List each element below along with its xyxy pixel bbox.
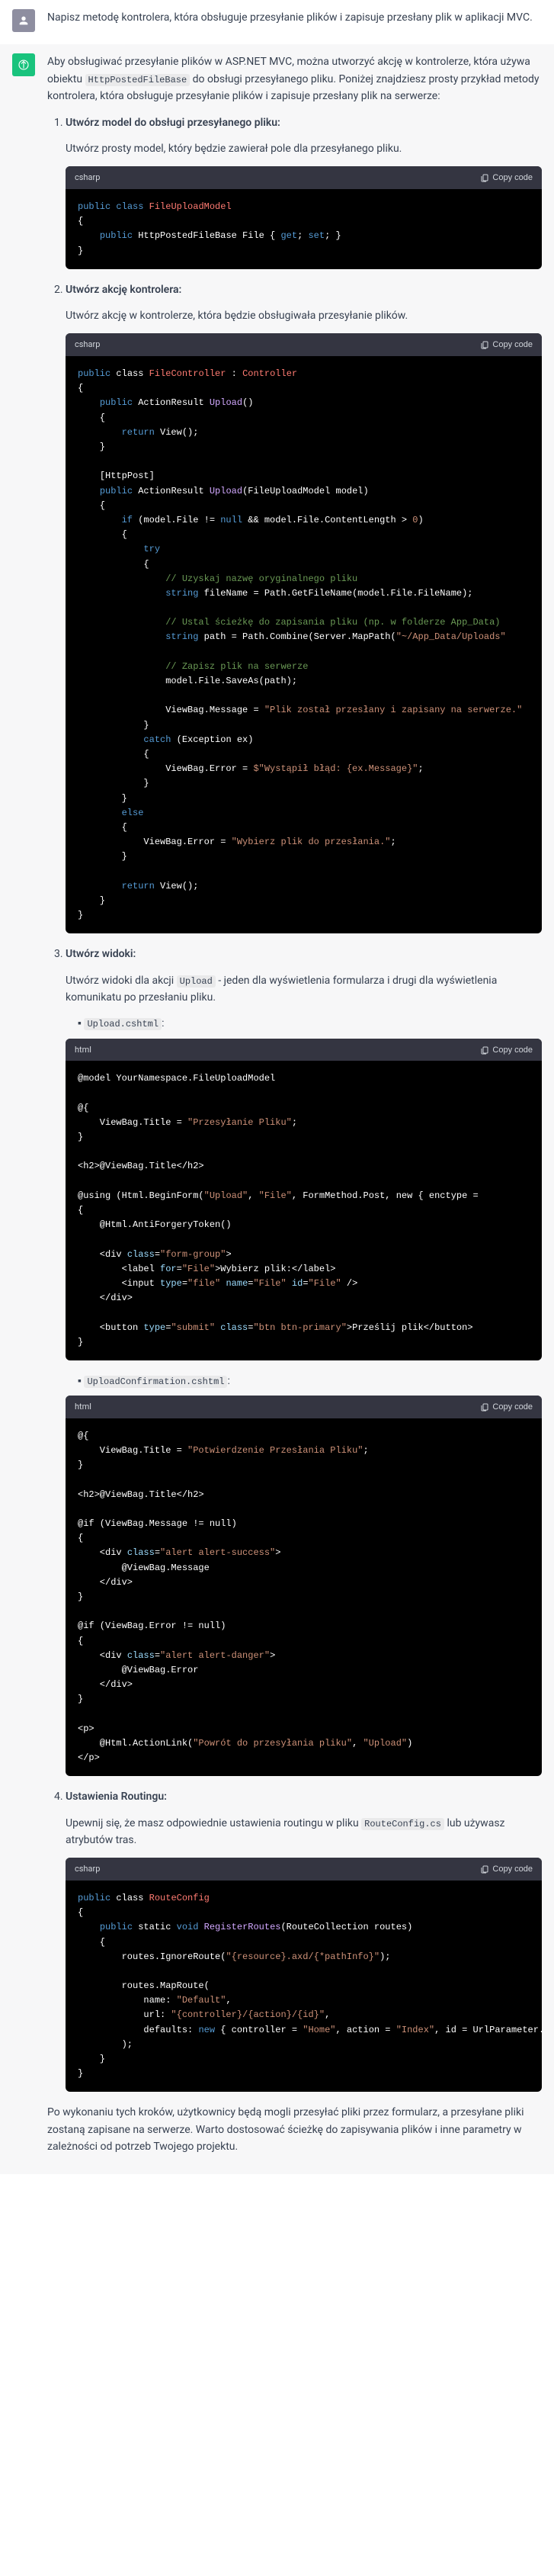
- outro-paragraph: Po wykonaniu tych kroków, użytkownicy bę…: [47, 2104, 542, 2155]
- clipboard-icon: [480, 173, 489, 182]
- step-3-desc: Utwórz widoki dla akcji Upload - jeden d…: [66, 972, 542, 1007]
- intro-paragraph: Aby obsługiwać przesyłanie plików w ASP.…: [47, 53, 542, 104]
- step-2: Utwórz akcję kontrolera: Utwórz akcję w …: [66, 281, 542, 934]
- clipboard-icon: [480, 1865, 489, 1874]
- code-lang-label: html: [75, 1400, 91, 1414]
- step-3: Utwórz widoki: Utwórz widoki dla akcji U…: [66, 946, 542, 1776]
- code-lang-label: csharp: [75, 1862, 100, 1876]
- user-message-text: Napisz metodę kontrolera, która obsługuj…: [47, 9, 542, 26]
- step-1-desc: Utwórz prosty model, który będzie zawier…: [66, 140, 542, 157]
- inline-code: UploadConfirmation.cshtml: [84, 1376, 227, 1388]
- inline-code: HttpPostedFileBase: [85, 74, 191, 86]
- inline-code: Upload.cshtml: [84, 1018, 162, 1030]
- code-block-4: csharp Copy code public class RouteConfi…: [66, 1858, 542, 2092]
- code-content: public class FileController : Controller…: [66, 356, 542, 933]
- code-block-3a: html Copy code @model YourNamespace.File…: [66, 1039, 542, 1360]
- step-3-title: Utwórz widoki:: [66, 948, 136, 960]
- code-block-2: csharp Copy code public class FileContro…: [66, 333, 542, 933]
- step-4: Ustawienia Routingu: Upewnij się, że mas…: [66, 1788, 542, 2092]
- file-bullet: UploadConfirmation.cshtml:: [78, 1373, 542, 1389]
- step-2-title: Utwórz akcję kontrolera:: [66, 284, 181, 296]
- copy-code-button[interactable]: Copy code: [480, 340, 533, 349]
- inline-code: Upload: [177, 975, 216, 988]
- code-content: @{ ViewBag.Title = "Potwierdzenie Przesł…: [66, 1418, 542, 1776]
- clipboard-icon: [480, 1045, 489, 1055]
- assistant-avatar: [12, 53, 35, 76]
- copy-code-button[interactable]: Copy code: [480, 1865, 533, 1874]
- copy-code-button[interactable]: Copy code: [480, 1045, 533, 1055]
- code-block-1: csharp Copy code public class FileUpload…: [66, 166, 542, 268]
- step-1: Utwórz model do obsługi przesyłanego pli…: [66, 114, 542, 269]
- code-content: public class RouteConfig { public static…: [66, 1881, 542, 2092]
- copy-code-button[interactable]: Copy code: [480, 173, 533, 182]
- inline-code: RouteConfig.cs: [361, 1818, 444, 1830]
- step-4-desc: Upewnij się, że masz odpowiednie ustawie…: [66, 1815, 542, 1849]
- clipboard-icon: [480, 340, 489, 349]
- code-content: @model YourNamespace.FileUploadModel @{ …: [66, 1061, 542, 1360]
- code-block-3b: html Copy code @{ ViewBag.Title = "Potwi…: [66, 1396, 542, 1776]
- user-message-row: Napisz metodę kontrolera, która obsługuj…: [0, 0, 554, 44]
- code-content: public class FileUploadModel { public Ht…: [66, 189, 542, 269]
- user-avatar: [12, 9, 35, 32]
- step-4-title: Ustawienia Routingu:: [66, 1791, 167, 1803]
- code-lang-label: csharp: [75, 338, 100, 352]
- code-lang-label: html: [75, 1043, 91, 1057]
- code-lang-label: csharp: [75, 171, 100, 185]
- clipboard-icon: [480, 1402, 489, 1412]
- file-bullet: Upload.cshtml:: [78, 1015, 542, 1032]
- copy-code-button[interactable]: Copy code: [480, 1402, 533, 1412]
- step-2-desc: Utwórz akcję w kontrolerze, która będzie…: [66, 307, 542, 324]
- step-1-title: Utwórz model do obsługi przesyłanego pli…: [66, 117, 280, 129]
- assistant-message-row: Aby obsługiwać przesyłanie plików w ASP.…: [0, 44, 554, 2173]
